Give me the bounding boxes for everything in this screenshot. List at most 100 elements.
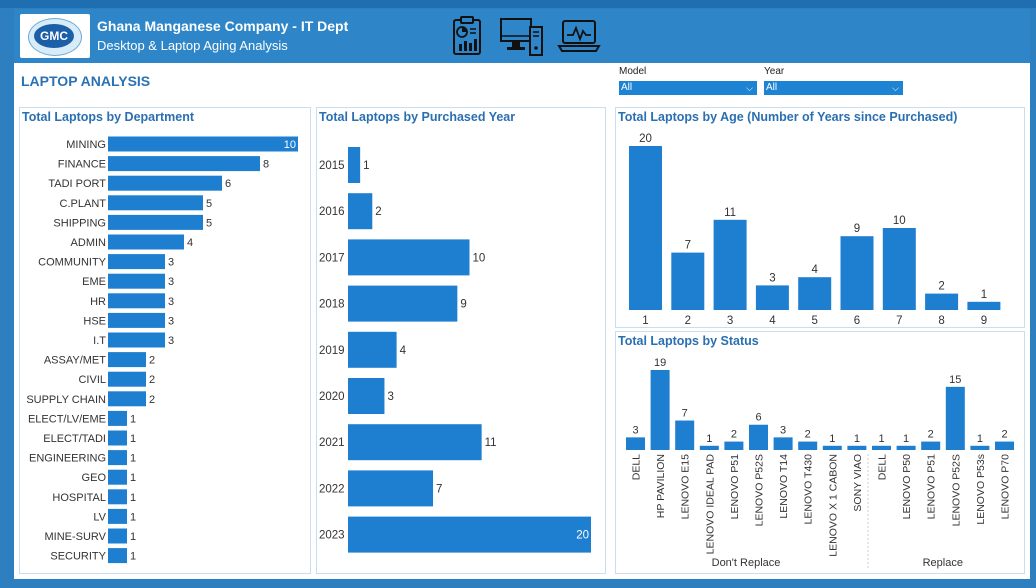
- data-label: 2: [731, 429, 737, 441]
- category-label: 9: [981, 315, 987, 327]
- laptop-analytics-icon[interactable]: [556, 15, 602, 57]
- status-chart-card: Total Laptops by Status 3 DELL 19 HP PAVILI…: [615, 331, 1025, 574]
- bar: [847, 445, 867, 450]
- category-label: DELL: [877, 454, 889, 480]
- data-label: 1: [363, 160, 369, 172]
- category-label: C.PLANT: [60, 198, 107, 210]
- data-label: 7: [685, 240, 691, 252]
- data-label: 1: [903, 433, 909, 445]
- data-label: 10: [473, 252, 486, 264]
- bar: [798, 277, 832, 310]
- bar: [626, 437, 645, 450]
- model-filter-value: All: [621, 82, 633, 93]
- category-label: 2019: [319, 345, 345, 357]
- data-label: 2: [805, 429, 811, 441]
- bar: [348, 285, 458, 322]
- category-label: 5: [811, 315, 817, 327]
- bar: [108, 528, 127, 544]
- category-label: COMMUNITY: [38, 257, 106, 269]
- data-label: 1: [130, 472, 136, 484]
- age-chart: 20 1 7 2 11 3 3 4 4 5 9 6 10 7 2 8 1 9: [629, 133, 1001, 327]
- category-label: LENOVO P51: [926, 454, 938, 520]
- bar: [773, 437, 793, 450]
- page-title: LAPTOP ANALYSIS: [21, 73, 151, 89]
- bar: [108, 175, 222, 191]
- category-label: GEO: [82, 472, 107, 484]
- header-bar: GMC Ghana Manganese Company - IT Dept De…: [14, 9, 1030, 63]
- bar: [108, 254, 165, 270]
- data-label: 1: [130, 551, 136, 563]
- year-filter-dropdown[interactable]: All ⌵: [764, 81, 903, 95]
- data-label: 2: [938, 281, 944, 293]
- model-filter-label: Model: [619, 66, 647, 77]
- category-label: LENOVO P51: [729, 454, 741, 520]
- group-label: Replace: [923, 557, 963, 569]
- category-label: DELL: [631, 454, 643, 480]
- department-chart-card: Total Laptops by Department MINING 10 FINA…: [19, 107, 311, 574]
- category-label: 2023: [319, 530, 345, 542]
- bar: [882, 228, 916, 310]
- data-label: 10: [893, 215, 906, 227]
- desktop-computer-icon[interactable]: [498, 15, 544, 57]
- year-chart-card: Total Laptops by Purchased Year 2015 1 201…: [316, 107, 606, 574]
- bottom-band: [0, 579, 1036, 588]
- category-label: MINE-SURV: [44, 531, 106, 543]
- data-label: 3: [168, 296, 174, 308]
- data-label: 1: [878, 433, 884, 445]
- category-label: LENOVO P52S: [950, 454, 962, 526]
- year-filter-label: Year: [764, 66, 785, 77]
- bar: [108, 410, 127, 426]
- category-label: LENOVO P52S: [754, 454, 766, 526]
- bar: [921, 441, 941, 450]
- data-label: 1: [829, 433, 835, 445]
- bar: [108, 371, 146, 387]
- category-label: 6: [854, 315, 860, 327]
- bar: [822, 445, 842, 450]
- category-label: HP PAVILION: [655, 454, 667, 518]
- category-label: ADMIN: [71, 237, 107, 249]
- category-label: 2021: [319, 437, 345, 449]
- category-label: TADI PORT: [48, 178, 106, 190]
- category-label: CIVIL: [78, 374, 106, 386]
- bar: [108, 234, 184, 250]
- data-label: 3: [168, 276, 174, 288]
- clipboard-report-icon[interactable]: [446, 15, 490, 57]
- category-label: SONY VIAO: [852, 454, 864, 512]
- bar: [755, 285, 789, 310]
- data-label: 1: [130, 433, 136, 445]
- category-label: LENOVO T14: [778, 454, 790, 519]
- year-chart: 2015 12016 22017 102018 92019 42020 32021 11202…: [319, 147, 591, 553]
- report-subtitle: Desktop & Laptop Aging Analysis: [97, 38, 288, 53]
- bar: [896, 445, 916, 450]
- chevron-down-icon: ⌵: [746, 83, 753, 93]
- data-label: 4: [811, 264, 818, 276]
- data-label: 5: [206, 217, 212, 229]
- category-label: I.T: [93, 335, 106, 347]
- top-band: [0, 0, 1036, 8]
- data-label: 1: [130, 453, 136, 465]
- data-label: 8: [263, 159, 269, 171]
- data-label: 1: [130, 413, 136, 425]
- bar: [348, 378, 385, 414]
- data-label: 1: [706, 433, 712, 445]
- category-label: EME: [82, 276, 106, 288]
- model-filter-dropdown[interactable]: All ⌵: [619, 81, 757, 95]
- bar: [108, 136, 298, 152]
- bar: [671, 252, 705, 310]
- bar: [108, 156, 260, 172]
- data-label: 2: [149, 394, 155, 406]
- data-label: 11: [485, 437, 497, 449]
- bar: [108, 430, 127, 446]
- data-label: 11: [724, 207, 736, 219]
- category-label: LENOVO IDEAL PAD: [704, 454, 716, 555]
- data-label: 3: [168, 257, 174, 269]
- data-label: 1: [130, 531, 136, 543]
- data-label: 2: [149, 374, 155, 386]
- main-panel: LAPTOP ANALYSIS Model All ⌵ Year All ⌵ T…: [14, 63, 1030, 579]
- category-label: ASSAY/MET: [44, 355, 106, 367]
- data-label: 1: [854, 433, 860, 445]
- bar: [872, 445, 891, 450]
- bar: [840, 236, 874, 310]
- department-chart: MINING 10 FINANCE 8 TADI PORT 6 C.PLANT 5 SHIPPI…: [26, 136, 298, 564]
- category-label: HOSPITAL: [52, 492, 106, 504]
